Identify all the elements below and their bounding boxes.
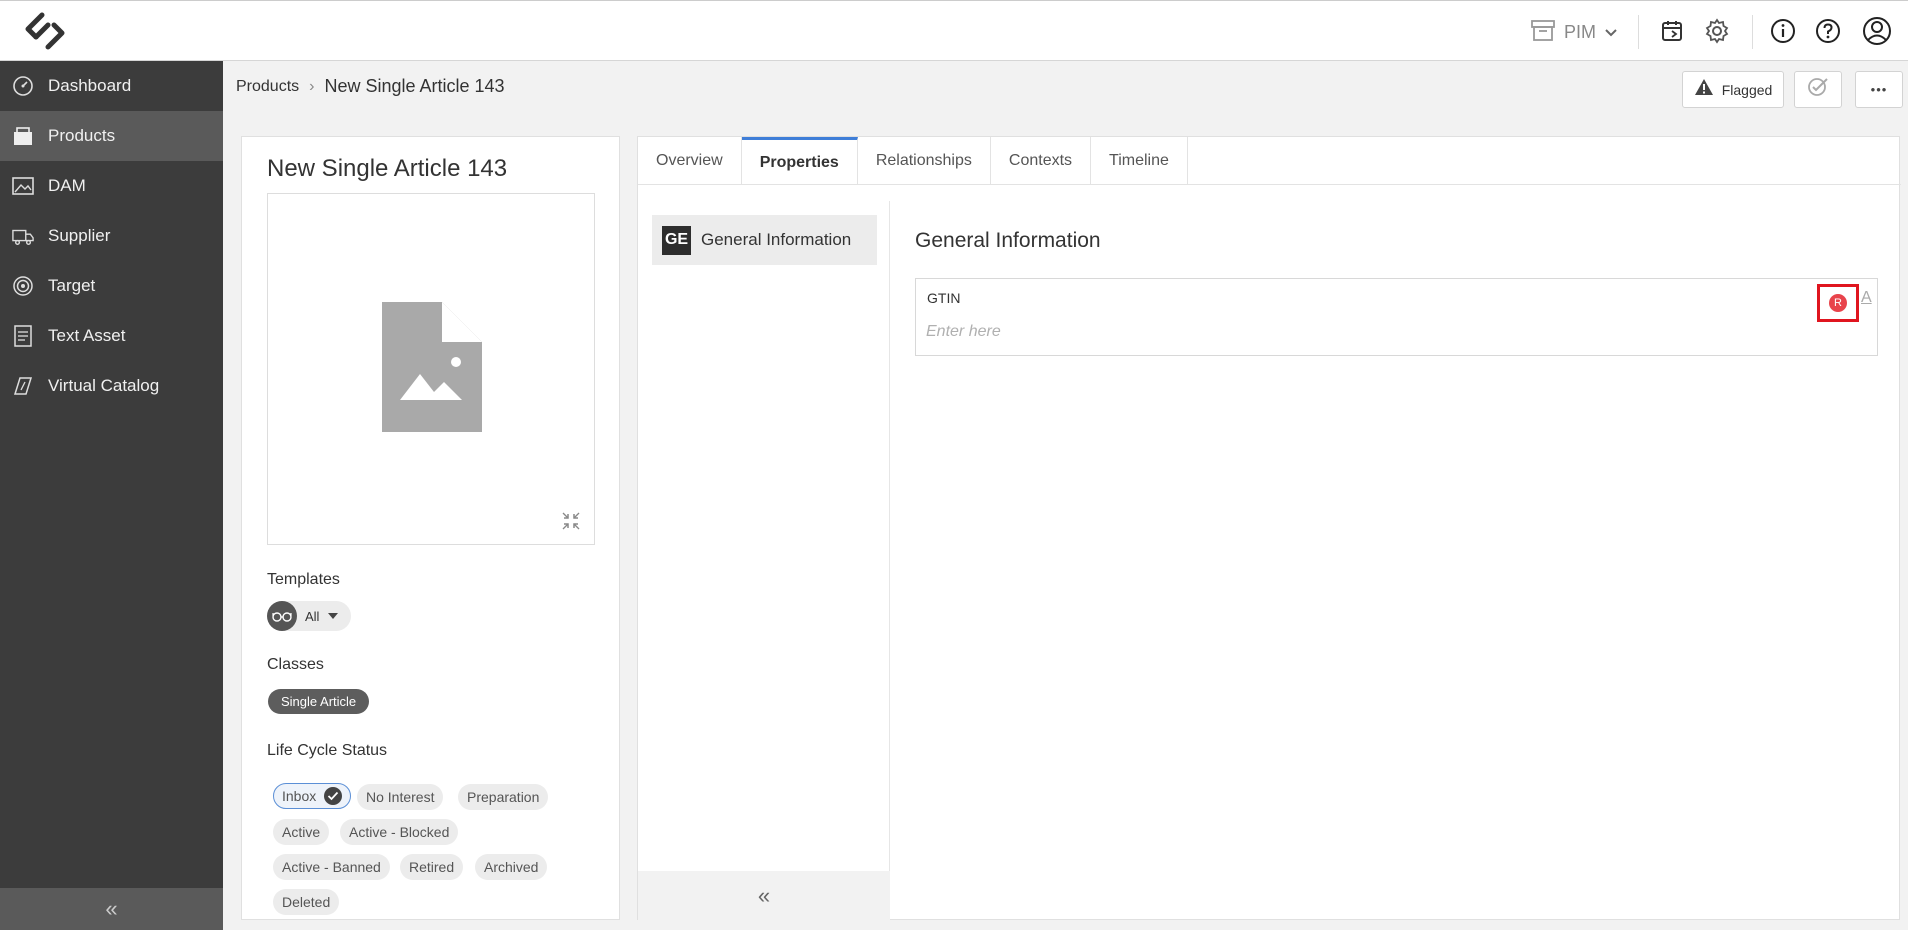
double-chevron-left-icon: « bbox=[105, 896, 118, 921]
double-chevron-left-icon: « bbox=[757, 883, 771, 908]
more-icon: ••• bbox=[1870, 82, 1888, 97]
tab-properties[interactable]: Properties bbox=[741, 137, 858, 185]
lifecycle-chip-archived[interactable]: Archived bbox=[475, 854, 548, 880]
logo-icon[interactable] bbox=[20, 11, 70, 51]
gtin-input[interactable] bbox=[926, 323, 1826, 341]
lifecycle-chip-active[interactable]: Active bbox=[273, 819, 330, 845]
collapse-arrows-icon[interactable] bbox=[562, 512, 580, 535]
image-icon bbox=[12, 175, 34, 197]
app-switcher[interactable]: PIM bbox=[1530, 17, 1618, 47]
help-icon[interactable] bbox=[1812, 15, 1844, 47]
lifecycle-chip-preparation[interactable]: Preparation bbox=[458, 784, 549, 810]
tab-contexts[interactable]: Contexts bbox=[991, 137, 1092, 185]
gtin-field: GTIN R A bbox=[915, 278, 1878, 356]
breadcrumb-parent[interactable]: Products bbox=[236, 78, 299, 96]
lifecycle-chip-label: Inbox bbox=[282, 788, 317, 804]
divider bbox=[1752, 15, 1753, 49]
sidebar-item-label: Dashboard bbox=[48, 76, 132, 95]
chevron-down-icon bbox=[1604, 22, 1618, 43]
top-bar: PIM bbox=[0, 0, 1908, 61]
sidebar-item-label: Products bbox=[48, 126, 116, 145]
app-switcher-label: PIM bbox=[1564, 21, 1597, 42]
product-title: New Single Article 143 bbox=[267, 155, 508, 182]
check-badge-icon bbox=[1806, 76, 1830, 103]
templates-label: Templates bbox=[267, 571, 340, 588]
templates-value: All bbox=[305, 608, 320, 624]
lifecycle-chip-active-blocked[interactable]: Active - Blocked bbox=[340, 819, 459, 845]
sidebar-item-label: Text Asset bbox=[48, 326, 126, 345]
target-icon bbox=[12, 275, 34, 297]
required-icon: R bbox=[1829, 294, 1847, 312]
glasses-icon bbox=[267, 601, 297, 631]
info-icon[interactable] bbox=[1767, 15, 1799, 47]
lifecycle-chip-retired[interactable]: Retired bbox=[400, 854, 464, 880]
sidebar-item-dam[interactable]: DAM bbox=[0, 161, 223, 211]
sidebar-item-products[interactable]: Products bbox=[0, 111, 223, 161]
group-item-general-information[interactable]: GE General Information bbox=[652, 215, 877, 265]
sidebar-item-label: Target bbox=[48, 276, 96, 295]
sidebar-item-dashboard[interactable]: Dashboard bbox=[0, 61, 223, 111]
section-title: General Information bbox=[915, 229, 1101, 252]
caret-down-icon bbox=[327, 607, 339, 625]
lifecycle-label: Life Cycle Status bbox=[267, 742, 388, 759]
classes-label: Classes bbox=[267, 656, 324, 673]
lifecycle-chip-inbox[interactable]: Inbox bbox=[273, 783, 352, 809]
dashboard-icon bbox=[12, 75, 34, 97]
tab-timeline[interactable]: Timeline bbox=[1091, 137, 1188, 185]
tab-bar: Overview Properties Relationships Contex… bbox=[638, 137, 1901, 185]
breadcrumb: Products › New Single Article 143 bbox=[236, 76, 505, 97]
sidebar-item-text-asset[interactable]: Text Asset bbox=[0, 311, 223, 361]
gear-icon[interactable] bbox=[1701, 15, 1733, 47]
sidebar-item-label: Virtual Catalog bbox=[48, 376, 160, 395]
truck-icon bbox=[12, 225, 34, 247]
sidebar-item-supplier[interactable]: Supplier bbox=[0, 211, 223, 261]
more-options-button[interactable]: ••• bbox=[1855, 71, 1903, 108]
sidebar-item-label: Supplier bbox=[48, 226, 111, 245]
product-detail-panel: Overview Properties Relationships Contex… bbox=[637, 136, 1901, 921]
product-image-frame bbox=[267, 193, 595, 545]
templates-select[interactable]: All bbox=[267, 601, 351, 631]
sidebar-item-virtual-catalog[interactable]: Virtual Catalog bbox=[0, 361, 223, 411]
flow-icon[interactable] bbox=[1656, 15, 1688, 47]
flagged-button[interactable]: Flagged bbox=[1682, 71, 1784, 108]
warning-icon bbox=[1694, 78, 1714, 101]
divider bbox=[1638, 15, 1639, 49]
sidebar: Dashboard Products DAM Supplier Target T… bbox=[0, 61, 223, 930]
products-icon bbox=[12, 125, 34, 147]
tab-relationships[interactable]: Relationships bbox=[858, 137, 991, 185]
tab-overview[interactable]: Overview bbox=[638, 137, 742, 185]
attribute-group-list: GE General Information « bbox=[638, 201, 890, 921]
user-icon[interactable] bbox=[1861, 15, 1893, 47]
class-chip[interactable]: Single Article bbox=[268, 689, 370, 714]
approve-button[interactable] bbox=[1794, 71, 1842, 108]
language-icon[interactable]: A bbox=[1861, 289, 1872, 307]
breadcrumb-separator: › bbox=[309, 77, 315, 95]
archive-icon bbox=[1530, 18, 1556, 47]
product-summary-panel: New Single Article 143 Templates All Cla… bbox=[241, 136, 620, 920]
gtin-label: GTIN bbox=[927, 290, 961, 306]
image-placeholder-icon bbox=[382, 302, 482, 437]
lifecycle-chip-deleted[interactable]: Deleted bbox=[273, 889, 340, 915]
group-list-collapse-button[interactable]: « bbox=[638, 871, 890, 921]
sidebar-collapse-button[interactable]: « bbox=[0, 888, 223, 930]
lifecycle-chip-active-banned[interactable]: Active - Banned bbox=[273, 854, 390, 880]
group-label: General Information bbox=[701, 230, 852, 249]
required-marker-highlight[interactable]: R bbox=[1817, 284, 1859, 322]
check-circle-icon bbox=[324, 787, 343, 805]
breadcrumb-current: New Single Article 143 bbox=[324, 76, 505, 96]
sidebar-item-target[interactable]: Target bbox=[0, 261, 223, 311]
flagged-label: Flagged bbox=[1721, 81, 1773, 98]
catalog-icon bbox=[12, 375, 34, 397]
document-icon bbox=[12, 325, 34, 347]
group-badge: GE bbox=[662, 225, 691, 255]
lifecycle-chip-no-interest[interactable]: No Interest bbox=[357, 784, 444, 810]
sidebar-item-label: DAM bbox=[48, 176, 86, 195]
